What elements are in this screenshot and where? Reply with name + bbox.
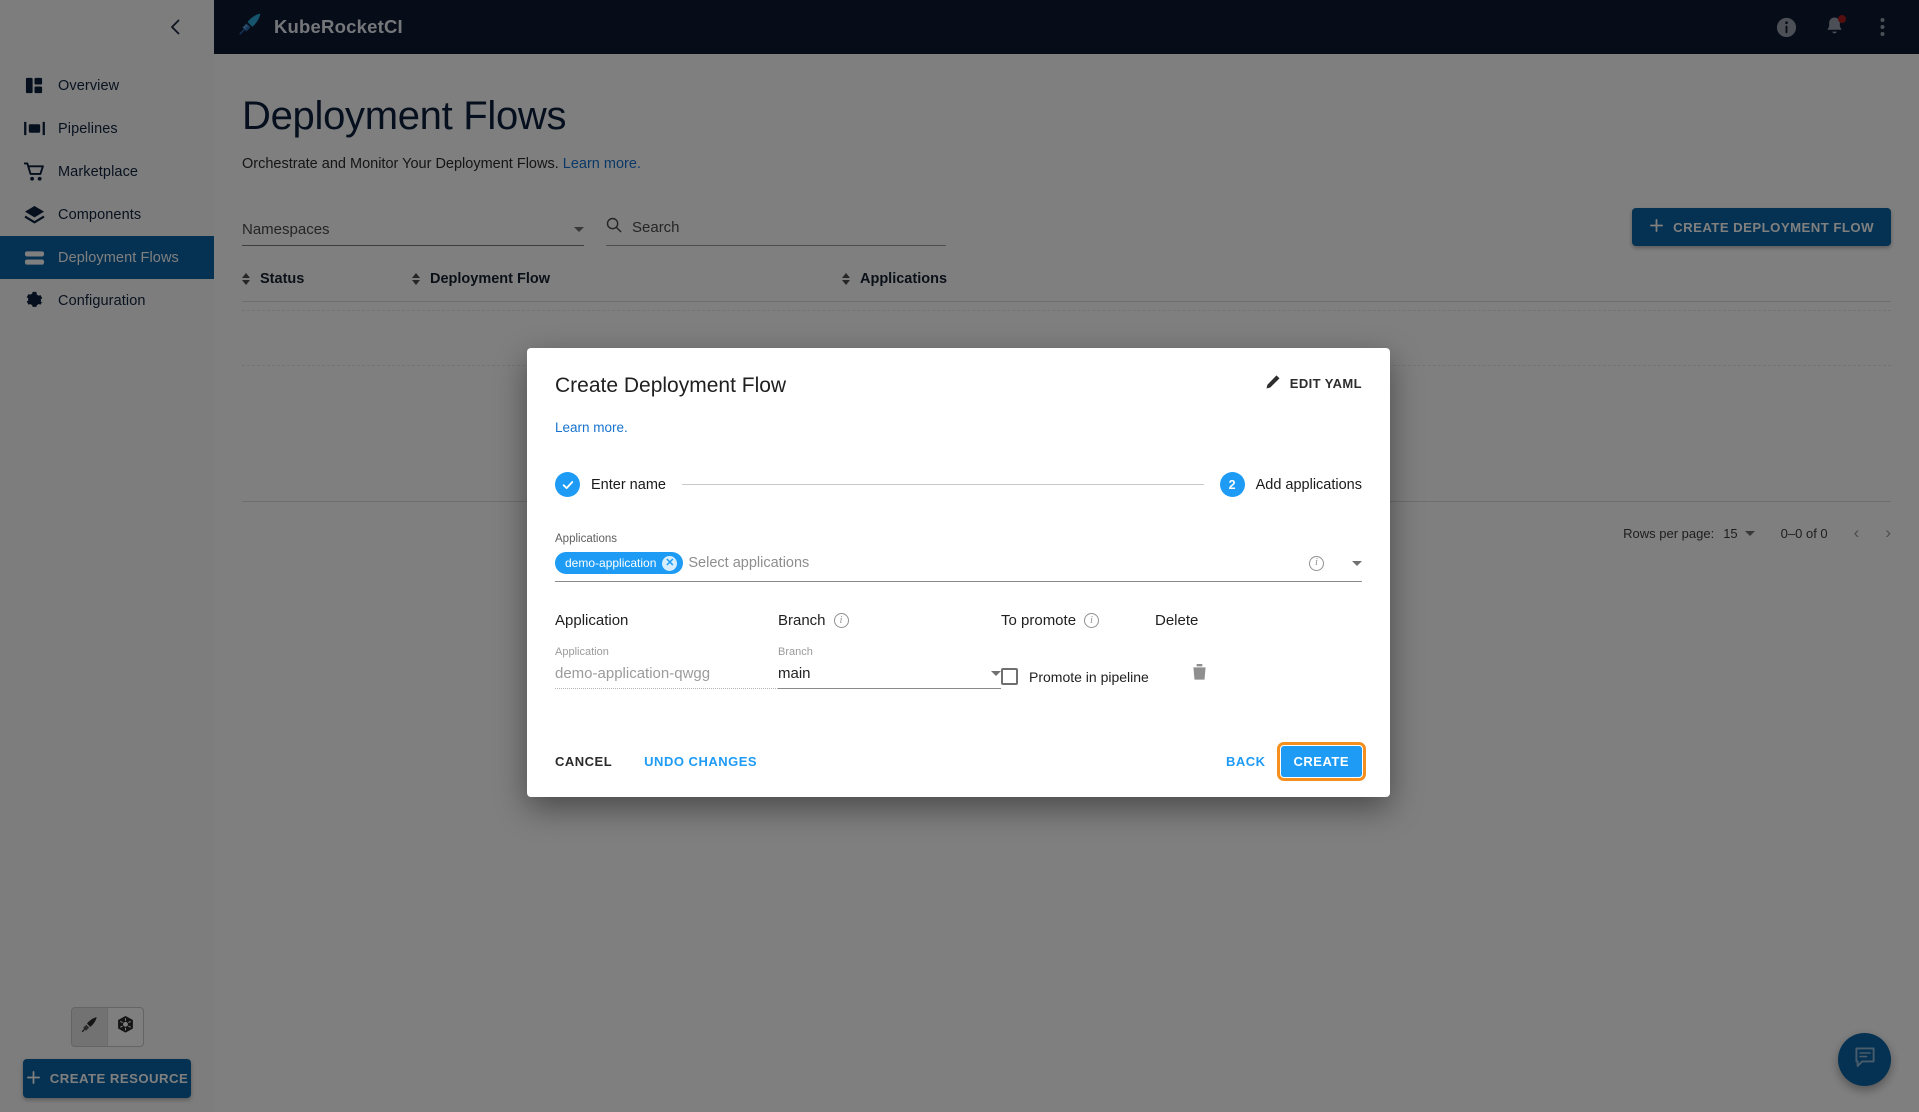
application-chip-label: demo-application [565,556,657,570]
applications-placeholder: Select applications [688,555,810,571]
dialog-stepper: Enter name 2 Add applications [555,472,1362,497]
branch-select-value: main [778,665,811,682]
step-label: Enter name [591,476,666,493]
delete-cell [1191,663,1208,689]
chevron-down-icon [991,671,1001,676]
dialog-title: Create Deployment Flow [555,374,787,397]
step-label: Add applications [1255,476,1362,493]
applications-grid-header: Application Branch i To promote i Delete [555,612,1362,629]
edit-yaml-label: EDIT YAML [1289,376,1362,391]
application-input-label: Application [555,646,609,658]
step-enter-name[interactable]: Enter name [555,472,666,497]
grid-header-to-promote: To promote i [1001,612,1155,629]
undo-changes-button[interactable]: UNDO CHANGES [644,754,757,769]
grid-header-delete: Delete [1155,612,1198,629]
grid-header-label: Branch [778,612,826,629]
dialog-footer: CANCEL UNDO CHANGES BACK CREATE [555,725,1367,797]
applications-grid-row: Application demo-application-qwgg Branch… [555,646,1362,689]
grid-header-branch: Branch i [778,612,1001,629]
edit-yaml-button[interactable]: EDIT YAML [1265,374,1362,393]
branch-select-label: Branch [778,646,813,658]
grid-header-label: Application [555,612,629,629]
info-icon[interactable]: i [1084,613,1100,628]
cancel-button[interactable]: CANCEL [555,754,612,769]
dialog-footer-left: CANCEL UNDO CHANGES [555,754,757,769]
info-icon[interactable]: i [1309,555,1324,571]
grid-header-label: To promote [1001,612,1077,629]
grid-header-application: Application [555,612,778,629]
promote-cell: Promote in pipeline [1001,668,1191,689]
chip-remove-icon[interactable]: ✕ [662,555,678,571]
trash-icon[interactable] [1191,663,1208,686]
dialog-header: Create Deployment Flow EDIT YAML [555,374,1362,398]
create-button[interactable]: CREATE [1276,741,1367,781]
create-deployment-flow-dialog: Create Deployment Flow EDIT YAML Learn m… [527,348,1390,797]
applications-field: Applications demo-application ✕ Select a… [555,533,1362,582]
back-button[interactable]: BACK [1226,754,1266,769]
pencil-icon [1265,374,1281,393]
dialog-footer-right: BACK CREATE [1226,741,1367,781]
step-number-badge: 2 [1219,472,1245,497]
grid-header-label: Delete [1155,612,1199,629]
stepper-connector [681,484,1204,485]
branch-cell: Branch main [778,646,1001,689]
chevron-down-icon[interactable] [1352,560,1362,566]
application-cell: Application demo-application-qwgg [555,646,778,689]
step-add-applications[interactable]: 2 Add applications [1219,472,1362,497]
promote-in-pipeline-label: Promote in pipeline [1029,668,1149,685]
application-input: demo-application-qwgg [555,665,778,689]
info-icon[interactable]: i [833,613,849,628]
promote-in-pipeline-checkbox[interactable] [1001,668,1018,685]
applications-field-adornments: i [1309,555,1362,571]
check-icon [555,472,580,497]
branch-select[interactable]: main [778,665,1001,689]
application-chip[interactable]: demo-application ✕ [555,552,684,574]
applications-field-label: Applications [555,533,618,545]
dialog-learn-more: Learn more. [555,420,1362,435]
dialog-learn-more-link[interactable]: Learn more. [555,420,628,435]
applications-select[interactable]: demo-application ✕ Select applications i [555,552,1362,582]
